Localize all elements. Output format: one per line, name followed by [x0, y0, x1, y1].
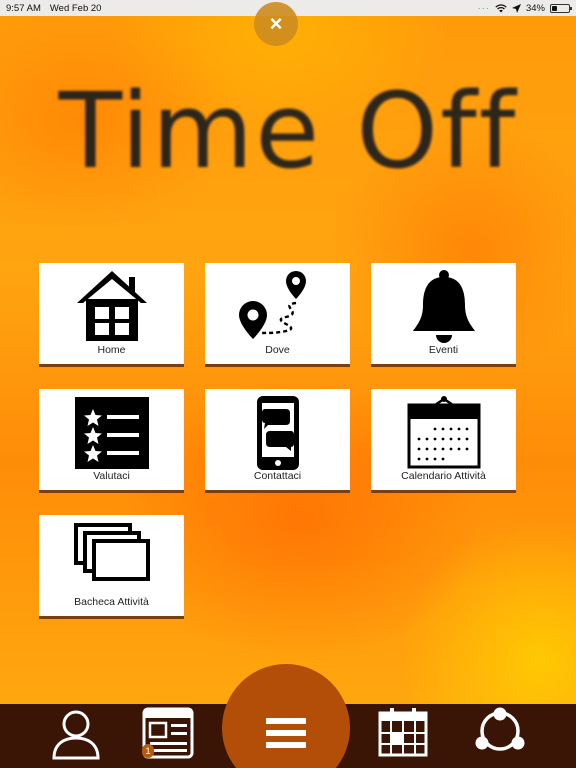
close-icon: × [269, 11, 283, 36]
battery-percent: 34% [525, 2, 545, 14]
close-button[interactable]: × [254, 2, 298, 46]
menu-tile-eventi[interactable]: Eventi [371, 263, 516, 367]
menu-label: Contattaci [253, 470, 302, 482]
menu-tile-dove[interactable]: Dove [205, 263, 350, 367]
multitask-dots-icon: ··· [477, 2, 490, 14]
menu-tile-home[interactable]: Home [39, 263, 184, 367]
share-icon [475, 707, 525, 751]
menu-tile-contattaci[interactable]: Contattaci [205, 389, 350, 493]
app-title: Time Off [58, 70, 518, 192]
menu-label: Eventi [428, 344, 459, 356]
bell-icon [412, 270, 475, 343]
menu-tile-calendario-attivita[interactable]: Calendario Attività [371, 389, 516, 493]
calendar-icon [378, 708, 428, 757]
nav-calendar-button[interactable] [378, 707, 428, 757]
battery-fill [552, 5, 558, 11]
news-badge: 1 [142, 744, 154, 758]
status-time: 9:57 AM [6, 2, 41, 14]
menu-label: Valutaci [93, 470, 130, 482]
status-right: ··· 34% [477, 2, 572, 14]
battery-icon [550, 3, 572, 13]
menu-tile-bacheca-attivita[interactable]: Bacheca Attività [39, 515, 184, 619]
nav-profile-button[interactable] [50, 708, 102, 760]
wifi-icon [495, 3, 507, 12]
location-arrow-icon [511, 3, 521, 13]
star-list-icon [74, 397, 149, 469]
menu-label: Bacheca Attività [74, 596, 149, 608]
menu-tile-valutaci[interactable]: Valutaci [39, 389, 184, 493]
stacked-boards-icon [73, 523, 150, 581]
nav-menu-button[interactable] [222, 664, 350, 768]
nav-share-button[interactable] [474, 707, 526, 757]
menu-label: Home [97, 344, 126, 356]
calendar-icon [407, 396, 480, 469]
house-icon [76, 271, 147, 341]
status-date: Wed Feb 20 [49, 2, 102, 14]
menu-label: Dove [265, 344, 290, 356]
user-icon [52, 710, 100, 760]
menu-label: Calendario Attività [401, 470, 486, 482]
phone-chat-icon [256, 396, 299, 470]
menu-icon [266, 718, 306, 748]
map-route-icon [238, 271, 306, 339]
